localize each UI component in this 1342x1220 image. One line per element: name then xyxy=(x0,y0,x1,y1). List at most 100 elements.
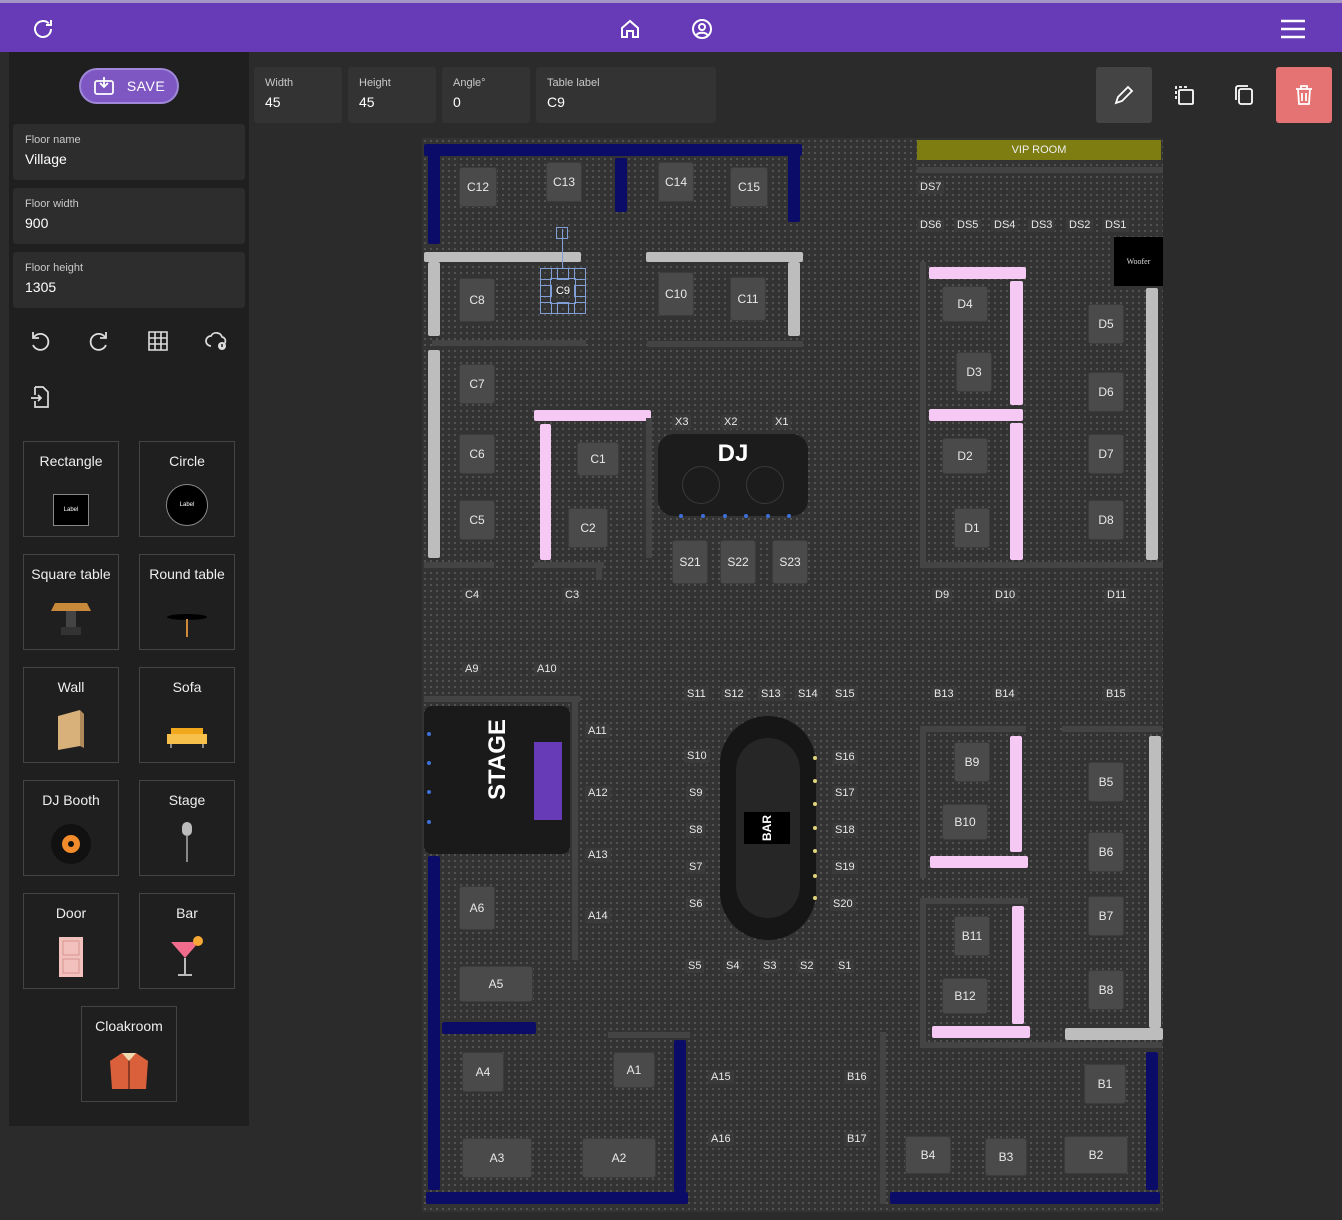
import-button[interactable] xyxy=(13,370,67,424)
redo-button[interactable] xyxy=(72,314,126,368)
table-s21[interactable]: S21 xyxy=(672,540,708,584)
palette-rectangle[interactable]: Rectangle Label xyxy=(23,441,119,537)
seat-s16[interactable]: S16 xyxy=(832,750,858,764)
table-d5[interactable]: D5 xyxy=(1088,304,1124,344)
resize-handle[interactable] xyxy=(557,268,569,280)
palette-cloakroom[interactable]: Cloakroom xyxy=(81,1006,177,1102)
woofer-block[interactable]: Woofer xyxy=(1114,237,1163,286)
table-label-field[interactable]: Table label C9 xyxy=(536,67,716,123)
rotate-handle[interactable] xyxy=(556,227,568,239)
delete-button[interactable] xyxy=(1276,67,1332,123)
table-c11[interactable]: C11 xyxy=(730,277,766,321)
seat-ds4[interactable]: DS4 xyxy=(991,218,1019,232)
sofa[interactable] xyxy=(424,144,802,156)
seat-s7[interactable]: S7 xyxy=(686,860,706,874)
sofa[interactable] xyxy=(426,1192,688,1204)
width-field[interactable]: Width 45 xyxy=(254,67,342,123)
sofa[interactable] xyxy=(1010,736,1022,852)
seat-a9[interactable]: A9 xyxy=(462,662,482,676)
seat-s20[interactable]: S20 xyxy=(830,897,856,911)
sofa[interactable] xyxy=(534,410,651,421)
table-d3[interactable]: D3 xyxy=(956,352,992,392)
wall[interactable] xyxy=(646,252,803,262)
seat-s12[interactable]: S12 xyxy=(721,687,747,701)
wall[interactable] xyxy=(572,700,578,960)
seat-s5[interactable]: S5 xyxy=(685,959,705,973)
seat-s6[interactable]: S6 xyxy=(686,897,706,911)
resize-handle[interactable] xyxy=(574,268,586,280)
seat-s17[interactable]: S17 xyxy=(832,786,858,800)
seat-x1[interactable]: X1 xyxy=(772,415,792,429)
sofa[interactable] xyxy=(540,424,551,560)
grid-toggle-button[interactable] xyxy=(131,314,185,368)
table-a5[interactable]: A5 xyxy=(459,966,533,1002)
seat-x3[interactable]: X3 xyxy=(672,415,692,429)
wall[interactable] xyxy=(920,730,926,878)
table-b9[interactable]: B9 xyxy=(954,742,990,782)
seat-c4[interactable]: C4 xyxy=(462,588,483,602)
seat-d10[interactable]: D10 xyxy=(992,588,1019,602)
resize-handle[interactable] xyxy=(574,285,586,297)
table-b5[interactable]: B5 xyxy=(1088,762,1124,802)
table-c15[interactable]: C15 xyxy=(730,167,768,207)
resize-handle[interactable] xyxy=(574,302,586,314)
table-d4[interactable]: D4 xyxy=(942,286,988,322)
wall[interactable] xyxy=(608,1032,690,1038)
wall[interactable] xyxy=(534,562,604,568)
palette-sofa[interactable]: Sofa xyxy=(139,667,235,763)
seat-b14[interactable]: B14 xyxy=(992,687,1018,701)
sofa[interactable] xyxy=(1012,906,1024,1024)
resize-handle[interactable] xyxy=(557,302,569,314)
wall[interactable] xyxy=(424,562,494,568)
palette-round-table[interactable]: Round table xyxy=(139,554,235,650)
table-a4[interactable]: A4 xyxy=(462,1052,504,1092)
table-c12[interactable]: C12 xyxy=(459,167,497,207)
table-b10[interactable]: B10 xyxy=(942,804,988,840)
table-b8[interactable]: B8 xyxy=(1088,970,1124,1010)
height-field[interactable]: Height 45 xyxy=(348,67,436,123)
wall[interactable] xyxy=(647,341,803,347)
dj-booth[interactable]: DJ xyxy=(658,434,808,516)
vip-room-banner[interactable]: VIP ROOM xyxy=(917,140,1161,160)
sofa[interactable] xyxy=(929,267,1026,279)
sofa[interactable] xyxy=(1010,281,1023,405)
stage[interactable]: STAGE xyxy=(424,706,570,854)
floor-canvas[interactable]: VIP ROOM Woofer DJ STAGE BAR C9 C12 C13 … xyxy=(422,138,1163,1212)
copy-button[interactable] xyxy=(1216,67,1272,123)
seat-s8[interactable]: S8 xyxy=(686,823,706,837)
menu-icon[interactable] xyxy=(1280,17,1306,41)
table-c10[interactable]: C10 xyxy=(658,272,694,316)
angle-field[interactable]: Angle° 0 xyxy=(442,67,530,123)
wall[interactable] xyxy=(1062,726,1162,732)
palette-circle[interactable]: Circle Label xyxy=(139,441,235,537)
seat-ds6[interactable]: DS6 xyxy=(917,218,945,232)
floor-height-field[interactable]: Floor height 1305 xyxy=(13,252,245,308)
floor-width-field[interactable]: Floor width 900 xyxy=(13,188,245,244)
seat-d9[interactable]: D9 xyxy=(932,588,953,602)
table-b12[interactable]: B12 xyxy=(942,978,988,1014)
palette-bar[interactable]: Bar xyxy=(139,893,235,989)
seat-b15[interactable]: B15 xyxy=(1103,687,1129,701)
wall[interactable] xyxy=(880,1032,886,1204)
seat-a10[interactable]: A10 xyxy=(534,662,560,676)
wall[interactable] xyxy=(424,252,581,262)
seat-ds1[interactable]: DS1 xyxy=(1102,218,1130,232)
sofa[interactable] xyxy=(615,158,627,212)
refresh-icon[interactable] xyxy=(31,17,55,41)
palette-door[interactable]: Door xyxy=(23,893,119,989)
sofa[interactable] xyxy=(788,154,800,222)
table-d2[interactable]: D2 xyxy=(942,438,988,474)
seat-s13[interactable]: S13 xyxy=(758,687,784,701)
resize-handle[interactable] xyxy=(540,285,552,297)
table-c13[interactable]: C13 xyxy=(546,162,582,202)
seat-b13[interactable]: B13 xyxy=(931,687,957,701)
table-c8[interactable]: C8 xyxy=(459,278,495,322)
sofa[interactable] xyxy=(428,154,440,244)
table-c6[interactable]: C6 xyxy=(459,434,495,474)
seat-s1[interactable]: S1 xyxy=(835,959,855,973)
wall[interactable] xyxy=(424,696,580,702)
seat-s19[interactable]: S19 xyxy=(832,860,858,874)
table-b3[interactable]: B3 xyxy=(985,1138,1027,1176)
seat-c3[interactable]: C3 xyxy=(562,588,583,602)
seat-s9[interactable]: S9 xyxy=(686,786,706,800)
